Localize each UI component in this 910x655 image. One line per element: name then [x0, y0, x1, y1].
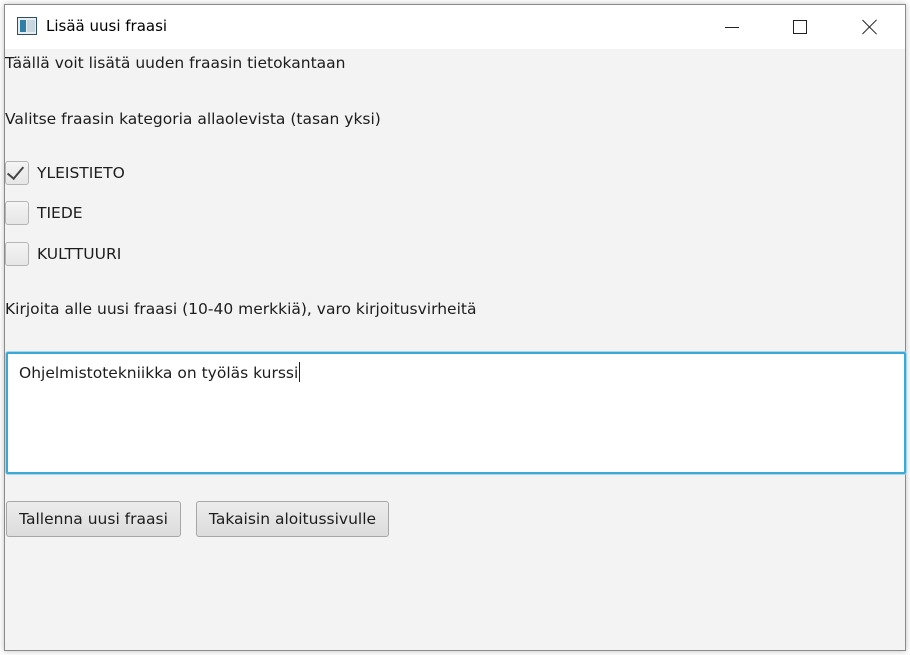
minimize-icon [725, 26, 739, 28]
minimize-button[interactable] [709, 5, 755, 49]
save-phrase-button[interactable]: Tallenna uusi fraasi [6, 501, 181, 537]
window-title: Lisää uusi fraasi [46, 17, 168, 35]
phrase-textarea[interactable]: Ohjelmistotekniikka on työläs kurssi [6, 352, 906, 474]
phrase-text: Ohjelmistotekniikka on työläs kurssi [19, 364, 299, 382]
checkbox-kulttuuri[interactable]: KULTTUURI [5, 242, 121, 266]
back-to-start-button[interactable]: Takaisin aloitussivulle [196, 501, 389, 537]
checkmark-icon [6, 161, 25, 181]
checkbox-box[interactable] [5, 161, 29, 185]
checkbox-box[interactable] [5, 201, 29, 225]
dialog-content: Täällä voit lisätä uuden fraasin tietoka… [5, 49, 906, 652]
phrase-prompt: Kirjoita alle uusi fraasi (10-40 merkkiä… [5, 300, 477, 318]
close-icon [861, 18, 879, 36]
checkbox-label: YLEISTIETO [37, 164, 125, 182]
maximize-icon [793, 20, 807, 34]
checkbox-box[interactable] [5, 242, 29, 266]
checkbox-yleistieto[interactable]: YLEISTIETO [5, 161, 125, 185]
dialog-window: Lisää uusi fraasi Täällä voit lisätä uud… [4, 4, 906, 651]
intro-text: Täällä voit lisätä uuden fraasin tietoka… [5, 54, 346, 72]
maximize-button[interactable] [777, 5, 823, 49]
checkbox-label: KULTTUURI [37, 245, 122, 263]
text-caret [299, 362, 301, 382]
checkbox-label: TIEDE [37, 204, 83, 222]
checkbox-tiede[interactable]: TIEDE [5, 201, 83, 225]
category-prompt: Valitse fraasin kategoria allaolevista (… [5, 110, 381, 128]
close-button[interactable] [847, 5, 893, 49]
title-bar[interactable]: Lisää uusi fraasi [5, 5, 905, 49]
app-icon [17, 17, 37, 35]
